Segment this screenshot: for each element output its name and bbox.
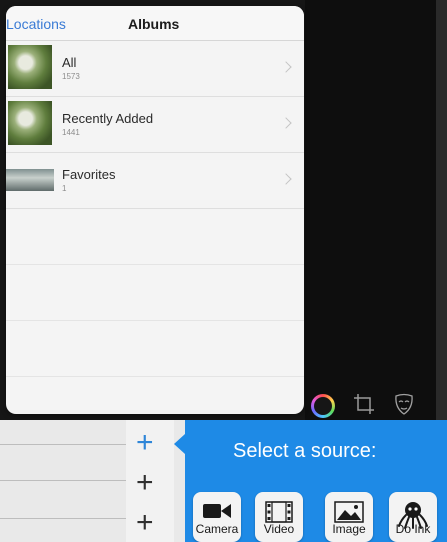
album-name: All [62, 55, 77, 70]
album-count: 1573 [62, 72, 80, 81]
canvas-edge [436, 0, 447, 420]
albums-title: Albums [128, 16, 180, 32]
camera-label: Camera [195, 522, 239, 536]
add-layer-button-active[interactable]: + [136, 428, 154, 458]
video-button[interactable]: Video [255, 492, 303, 542]
album-count: 1 [62, 184, 67, 193]
image-label: Image [332, 522, 366, 536]
divider [0, 480, 126, 481]
film-icon [265, 501, 293, 523]
empty-row [6, 265, 304, 321]
album-row-recently-added[interactable]: Recently Added 1441 [6, 97, 304, 153]
image-button[interactable]: Image [325, 492, 373, 542]
empty-row [6, 321, 304, 377]
album-row-all[interactable]: All 1573 [6, 41, 304, 97]
locations-back-button[interactable]: Locations [6, 16, 66, 32]
album-thumbnail [8, 45, 52, 89]
source-picker-panel: Select a source: Camera Video Image Do I… [185, 420, 447, 542]
image-icon [334, 501, 364, 523]
do-ink-button[interactable]: Do Ink [389, 492, 437, 542]
album-count: 1441 [62, 128, 80, 137]
album-name: Favorites [62, 167, 116, 182]
color-wheel-icon[interactable] [311, 394, 335, 418]
source-popover-arrow [174, 434, 185, 454]
albums-popover: Locations Albums All 1573 Recently Added… [6, 6, 304, 414]
add-layer-button[interactable]: + [136, 468, 154, 498]
do-ink-label: Do Ink [395, 522, 431, 536]
camera-button[interactable]: Camera [193, 492, 241, 542]
album-name: Recently Added [62, 111, 154, 126]
chevron-right-icon [280, 61, 292, 73]
crop-icon[interactable] [352, 392, 376, 416]
album-row-favorites[interactable]: Favorites 1 [6, 153, 304, 209]
camera-icon [203, 504, 231, 518]
album-thumbnail [8, 101, 52, 145]
add-layer-column: + + + [126, 420, 174, 542]
source-title: Select a source: [233, 440, 377, 462]
canvas-background [305, 0, 447, 420]
add-layer-button[interactable]: + [136, 508, 154, 538]
chevron-right-icon [280, 117, 292, 129]
mask-icon[interactable] [392, 392, 416, 416]
divider [0, 518, 126, 519]
video-label: Video [263, 522, 295, 536]
chevron-right-icon [280, 173, 292, 185]
divider [0, 444, 126, 445]
album-thumbnail [6, 169, 54, 191]
empty-row [6, 209, 304, 265]
popover-nav-bar: Locations Albums [6, 6, 304, 41]
